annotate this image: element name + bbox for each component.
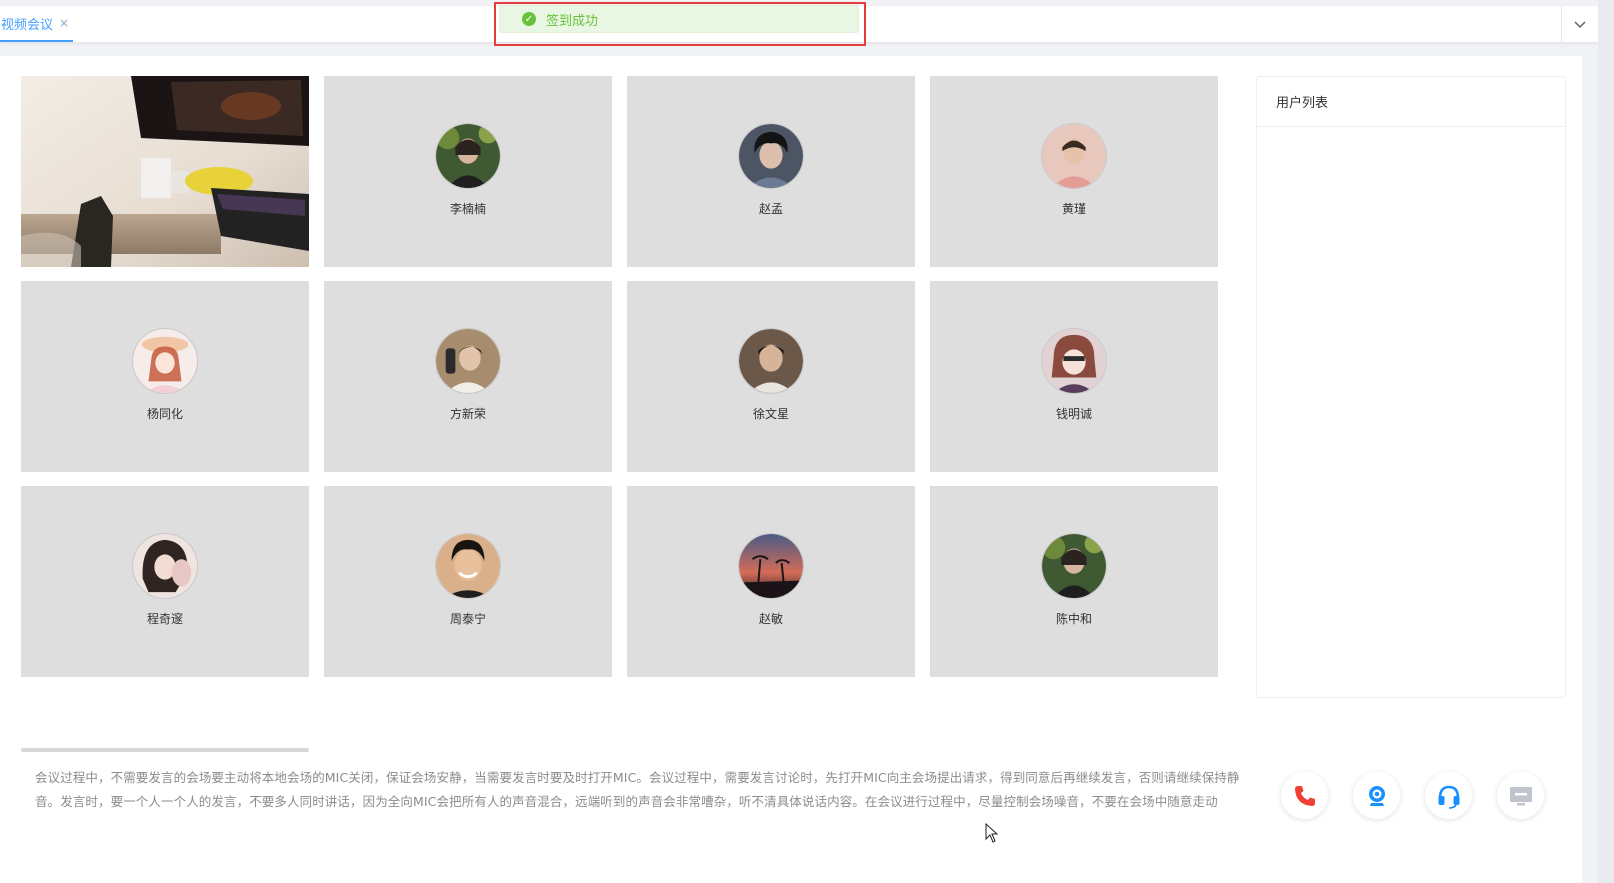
chevron-down-icon [1574,21,1586,29]
window-edge [1598,0,1614,883]
avatar [738,532,804,599]
avatar [1041,327,1107,394]
headset-icon [1438,785,1459,809]
participant-name: 程奇邃 [146,611,183,626]
avatar [1041,532,1107,599]
participant-tile[interactable]: 陈中和 [930,486,1218,677]
meeting-notice: 会议过程中，不需要发言的会场要主动将本地会场的MIC关闭，保证会场安静，当需要发… [35,770,1240,809]
screen-share-icon [1509,786,1532,805]
participant-tile[interactable]: 杨同化 [21,281,309,472]
headset-button[interactable] [1425,772,1472,819]
tab-video-meeting[interactable]: 视频会议 × [0,6,73,42]
avatar [132,327,198,394]
avatar [1041,122,1107,189]
participant-tile[interactable]: 赵孟 [627,76,915,267]
toast-message: 签到成功 [546,13,599,29]
avatar [435,122,501,189]
participant-tile[interactable]: 赵敏 [627,486,915,677]
grid-scrollbar[interactable] [21,748,309,752]
success-toast: ✓ 签到成功 [499,5,859,33]
phone-hangup-icon [1294,785,1315,806]
participant-name: 杨同化 [146,406,183,421]
tab-label: 视频会议 [1,17,54,33]
camera-icon [1368,785,1385,806]
meeting-panel: 李楠楠 赵孟 黄瑾 杨同化 方新荣 徐文星 钱明诚 程奇邃 周泰宁 赵敏 陈中和… [0,56,1582,883]
camera-button[interactable] [1353,772,1400,819]
screen-share-button[interactable] [1497,772,1544,819]
avatar [132,532,198,599]
video-grid: 李楠楠 赵孟 黄瑾 杨同化 方新荣 徐文星 钱明诚 程奇邃 周泰宁 赵敏 陈中和 [21,76,1218,677]
user-list-title: 用户列表 [1257,77,1565,127]
close-icon[interactable]: × [59,16,69,30]
participant-tile[interactable]: 方新荣 [324,281,612,472]
participant-name: 钱明诚 [1055,406,1092,421]
participant-tile[interactable]: 徐文星 [627,281,915,472]
mouse-cursor-icon [985,823,999,843]
participant-name: 徐文星 [752,406,789,421]
avatar [738,122,804,189]
avatar [738,327,804,394]
local-camera-feed [21,76,309,267]
participant-name: 陈中和 [1055,611,1092,626]
participant-tile[interactable]: 周泰宁 [324,486,612,677]
participant-tile[interactable]: 程奇邃 [21,486,309,677]
avatar [435,532,501,599]
participant-name: 方新荣 [449,406,486,421]
avatar [435,327,501,394]
check-circle-icon: ✓ [522,12,536,26]
participant-tile[interactable]: 黄瑾 [930,76,1218,267]
hangup-button[interactable] [1281,772,1328,819]
participant-name: 赵敏 [758,611,783,626]
call-controls [1281,772,1544,819]
participant-name: 黄瑾 [1061,201,1086,216]
participant-tile[interactable]: 李楠楠 [324,76,612,267]
user-list-panel: 用户列表 [1256,76,1566,698]
participant-name: 赵孟 [758,201,783,216]
local-video-tile[interactable] [21,76,309,267]
tab-dropdown-button[interactable] [1561,6,1598,42]
participant-name: 周泰宁 [449,611,486,626]
participant-name: 李楠楠 [449,201,486,216]
participant-tile[interactable]: 钱明诚 [930,281,1218,472]
